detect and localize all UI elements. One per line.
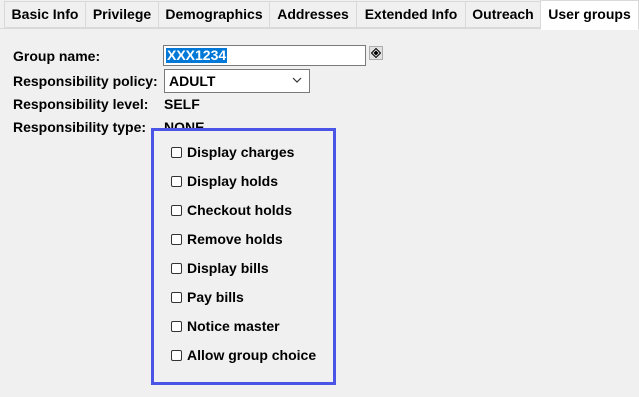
pay-bills-checkbox[interactable]: Pay bills: [171, 288, 244, 306]
policy-value: ADULT: [169, 73, 216, 89]
checkbox-icon[interactable]: [171, 233, 182, 245]
tab-privilege[interactable]: Privilege: [85, 1, 159, 28]
type-label: Responsibility type:: [13, 119, 147, 135]
level-label: Responsibility level:: [13, 96, 149, 112]
checkbox-icon[interactable]: [171, 204, 182, 216]
checkbox-label: Checkout holds: [187, 202, 293, 218]
level-value: SELF: [164, 96, 200, 112]
checkbox-icon[interactable]: [171, 291, 182, 303]
display-holds-checkbox[interactable]: Display holds: [171, 172, 278, 190]
checkbox-icon[interactable]: [171, 320, 182, 332]
tab-bar: Basic Info Privilege Demographics Addres…: [0, 0, 639, 30]
remove-holds-checkbox[interactable]: Remove holds: [171, 230, 283, 248]
notice-master-checkbox[interactable]: Notice master: [171, 317, 280, 335]
allow-group-choice-checkbox[interactable]: Allow group choice: [171, 346, 316, 364]
display-charges-checkbox[interactable]: Display charges: [171, 143, 294, 161]
checkbox-label: Display holds: [187, 173, 279, 189]
tab-user-groups[interactable]: User groups: [540, 0, 639, 30]
tab-addresses[interactable]: Addresses: [269, 1, 357, 28]
checkbox-icon[interactable]: [171, 146, 182, 158]
tab-basic-info[interactable]: Basic Info: [4, 1, 86, 28]
group-name-value: XXX1234: [166, 47, 228, 63]
checkbox-icon[interactable]: [171, 262, 182, 274]
group-name-label: Group name:: [13, 48, 101, 64]
checkbox-label: Allow group choice: [187, 347, 317, 363]
tab-demographics[interactable]: Demographics: [158, 1, 270, 28]
permissions-box: Display charges Display holds Checkout h…: [151, 128, 336, 385]
tab-outreach[interactable]: Outreach: [465, 1, 541, 28]
checkbox-icon[interactable]: [171, 349, 182, 361]
lookup-button[interactable]: [369, 46, 383, 60]
checkbox-label: Notice master: [187, 318, 280, 334]
checkbox-label: Pay bills: [187, 289, 244, 305]
checkout-holds-checkbox[interactable]: Checkout holds: [171, 201, 292, 219]
lookup-icon: [371, 48, 381, 58]
checkbox-label: Display charges: [187, 144, 295, 160]
checkbox-label: Display bills: [187, 260, 269, 276]
display-bills-checkbox[interactable]: Display bills: [171, 259, 269, 277]
checkbox-icon[interactable]: [171, 175, 182, 187]
policy-select[interactable]: ADULT: [164, 69, 310, 93]
chevron-down-icon: [292, 77, 302, 83]
checkbox-label: Remove holds: [187, 231, 283, 247]
policy-label: Responsibility policy:: [13, 73, 158, 89]
group-name-input[interactable]: XXX1234: [163, 45, 366, 66]
tab-extended-info[interactable]: Extended Info: [356, 1, 466, 28]
